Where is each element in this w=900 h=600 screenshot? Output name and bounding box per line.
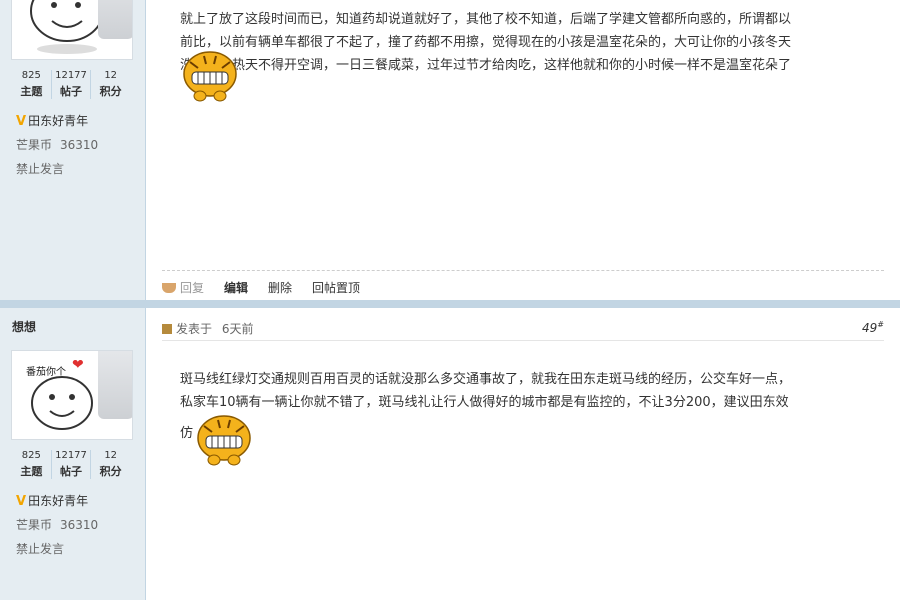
stat-posts-label: 帖子 bbox=[60, 85, 82, 98]
stat-points-label: 积分 bbox=[99, 465, 122, 478]
stat-topics-label: 主题 bbox=[20, 85, 43, 98]
stat-posts[interactable]: 12177 帖子 bbox=[50, 70, 91, 99]
pin-reply-button[interactable]: 回帖置顶 bbox=[312, 279, 360, 296]
post1-user-status: 禁止发言 bbox=[16, 162, 65, 176]
post2-author-name[interactable]: 想想 bbox=[12, 318, 36, 335]
post2-content: 发表于 6天前 49# 斑马线红绿灯交通规则百用百灵的话就没那么多交通事故了，就… bbox=[146, 308, 900, 600]
currency-value: 36310 bbox=[60, 518, 99, 532]
post1-text-line: 洗冷水，热天不得开空调，一日三餐咸菜，过年过节才给肉吃，这样他就和你的小时候一样… bbox=[180, 58, 792, 73]
reply-label: 回复 bbox=[180, 281, 205, 295]
stat-posts-value: 12177 bbox=[55, 70, 87, 81]
post1-author-stats: 825 主题 12177 帖子 12 积分 bbox=[12, 70, 130, 99]
stat-points[interactable]: 12 积分 bbox=[90, 70, 130, 99]
post2-user-title[interactable]: V 田东好青年 bbox=[16, 492, 88, 509]
stat-topics[interactable]: 825 主题 bbox=[12, 70, 51, 99]
post2-text-line: 私家车10辆有一辆让你就不错了，斑马线礼让行人做得好的城市都是有监控的，不让3分… bbox=[180, 395, 789, 410]
stat-posts-value: 12177 bbox=[55, 450, 87, 461]
post2-author-stats: 825 主题 12177 帖子 12 积分 bbox=[12, 450, 130, 479]
stat-topics-value: 825 bbox=[21, 450, 41, 461]
post-separator bbox=[0, 300, 900, 308]
apple-logo-icon bbox=[98, 0, 132, 39]
post1-text-line: 就上了放了这段时间而已，知道药却说道就好了，其他了校不知道，后端了学建文管都所向… bbox=[180, 12, 792, 27]
stat-points[interactable]: 12 积分 bbox=[90, 450, 130, 479]
stat-points-value: 12 bbox=[104, 450, 118, 461]
post1-avatar[interactable] bbox=[11, 0, 133, 60]
stat-topics[interactable]: 825 主题 bbox=[12, 450, 51, 479]
post2-header-divider bbox=[162, 340, 884, 341]
posted-label: 发表于 bbox=[176, 322, 213, 336]
post1-body: 就上了放了这段时间而已，知道药却说道就好了，其他了校不知道，后端了学建文管都所向… bbox=[180, 8, 870, 77]
post1-action-bar: 回复 编辑 删除 回帖置顶 bbox=[162, 270, 884, 296]
online-status-icon bbox=[162, 324, 172, 334]
post2-user-status: 禁止发言 bbox=[16, 542, 65, 556]
reply-cup-icon bbox=[162, 282, 176, 293]
avatar-caption: 番茄你个 bbox=[26, 367, 66, 378]
post1-currency: 芒果币 36310 bbox=[16, 136, 98, 153]
currency-value: 36310 bbox=[60, 138, 99, 152]
post2-body: 斑马线红绿灯交通规则百用百灵的话就没那么多交通事故了，就我在田东走斑马线的经历，… bbox=[180, 368, 870, 445]
stat-posts[interactable]: 12177 帖子 bbox=[50, 450, 91, 479]
stat-points-label: 积分 bbox=[99, 85, 122, 98]
edit-button[interactable]: 编辑 bbox=[224, 279, 248, 296]
post2-text-line: 斑马线红绿灯交通规则百用百灵的话就没那么多交通事故了，就我在田东走斑马线的经历，… bbox=[180, 372, 792, 387]
user-title-text: 田东好青年 bbox=[28, 494, 89, 508]
reply-button[interactable]: 回复 bbox=[162, 279, 204, 296]
currency-label: 芒果币 bbox=[16, 518, 53, 532]
user-title-text: 田东好青年 bbox=[28, 114, 89, 128]
post2-meta: 发表于 6天前 bbox=[162, 320, 253, 337]
stat-posts-label: 帖子 bbox=[60, 465, 82, 478]
heart-icon: ❤ bbox=[72, 357, 84, 373]
post1-text-line: 前比，以前有辆单车都很了不起了，撞了药都不用擦，觉得现在的小孩是温室花朵的，大可… bbox=[180, 35, 792, 50]
tiger-smile-emoji-icon bbox=[183, 51, 237, 102]
post1-content: 就上了放了这段时间而已，知道药却说道就好了，其他了校不知道，后端了学建文管都所向… bbox=[146, 0, 900, 300]
tiger-smile-emoji-icon bbox=[197, 415, 251, 466]
floor-number-mark: # bbox=[877, 320, 884, 329]
post1-user-title[interactable]: V 田东好青年 bbox=[16, 112, 88, 129]
stat-topics-value: 825 bbox=[21, 70, 41, 81]
post2-author-sidebar: 想想 番茄你个 ❤ 825 主题 12177 帖子 12 积分 V 田东好青年 芒… bbox=[0, 308, 146, 600]
stat-topics-label: 主题 bbox=[20, 465, 43, 478]
floor-number-value: 49 bbox=[862, 321, 878, 335]
floor-number[interactable]: 49# bbox=[862, 320, 884, 337]
currency-label: 芒果币 bbox=[16, 138, 53, 152]
verified-v-icon: V bbox=[16, 494, 27, 509]
stat-points-value: 12 bbox=[104, 70, 118, 81]
posted-time[interactable]: 6天前 bbox=[222, 322, 254, 336]
post2-header: 发表于 6天前 49# bbox=[162, 320, 884, 337]
post2-avatar[interactable]: 番茄你个 ❤ bbox=[11, 350, 133, 440]
post2-text-line: 仿 bbox=[180, 426, 194, 441]
delete-button[interactable]: 删除 bbox=[268, 279, 292, 296]
apple-logo-icon bbox=[98, 351, 132, 419]
verified-v-icon: V bbox=[16, 114, 27, 129]
post1-author-sidebar: 825 主题 12177 帖子 12 积分 V 田东好青年 芒果币 36310 禁止… bbox=[0, 0, 146, 300]
post2-currency: 芒果币 36310 bbox=[16, 516, 98, 533]
